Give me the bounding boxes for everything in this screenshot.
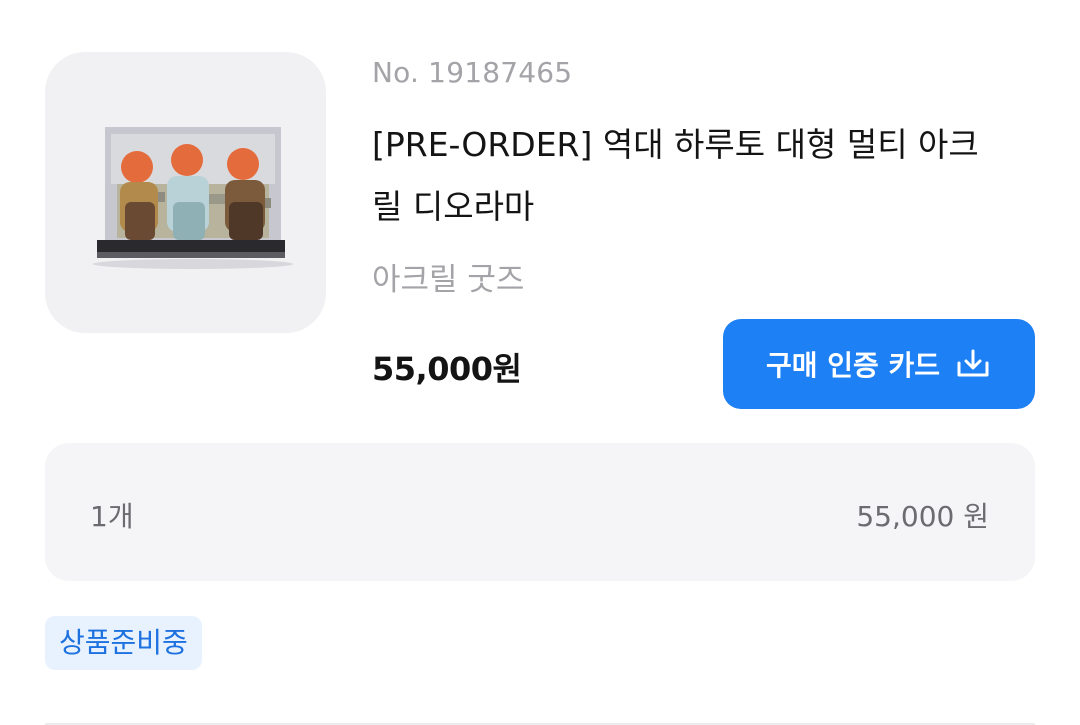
download-icon <box>957 349 989 377</box>
purchase-certificate-label: 구매 인증 카드 <box>765 349 941 382</box>
product-category: 아크릴 굿즈 <box>372 262 525 298</box>
product-image <box>93 127 293 269</box>
product-thumbnail[interactable] <box>45 52 326 333</box>
purchase-certificate-button[interactable]: 구매 인증 카드 <box>723 319 1035 409</box>
order-number: No. 19187465 <box>372 56 573 89</box>
product-title[interactable]: [PRE-ORDER] 역대 하루토 대형 멀티 아크릴 디오라마 <box>372 114 992 238</box>
status-badge: 상품준비중 <box>45 616 202 670</box>
product-price: 55,000원 <box>372 350 522 388</box>
quantity-summary: 1개 55,000 원 <box>45 443 1035 581</box>
quantity-label: 1개 <box>90 500 134 533</box>
quantity-amount: 55,000 원 <box>856 500 989 533</box>
